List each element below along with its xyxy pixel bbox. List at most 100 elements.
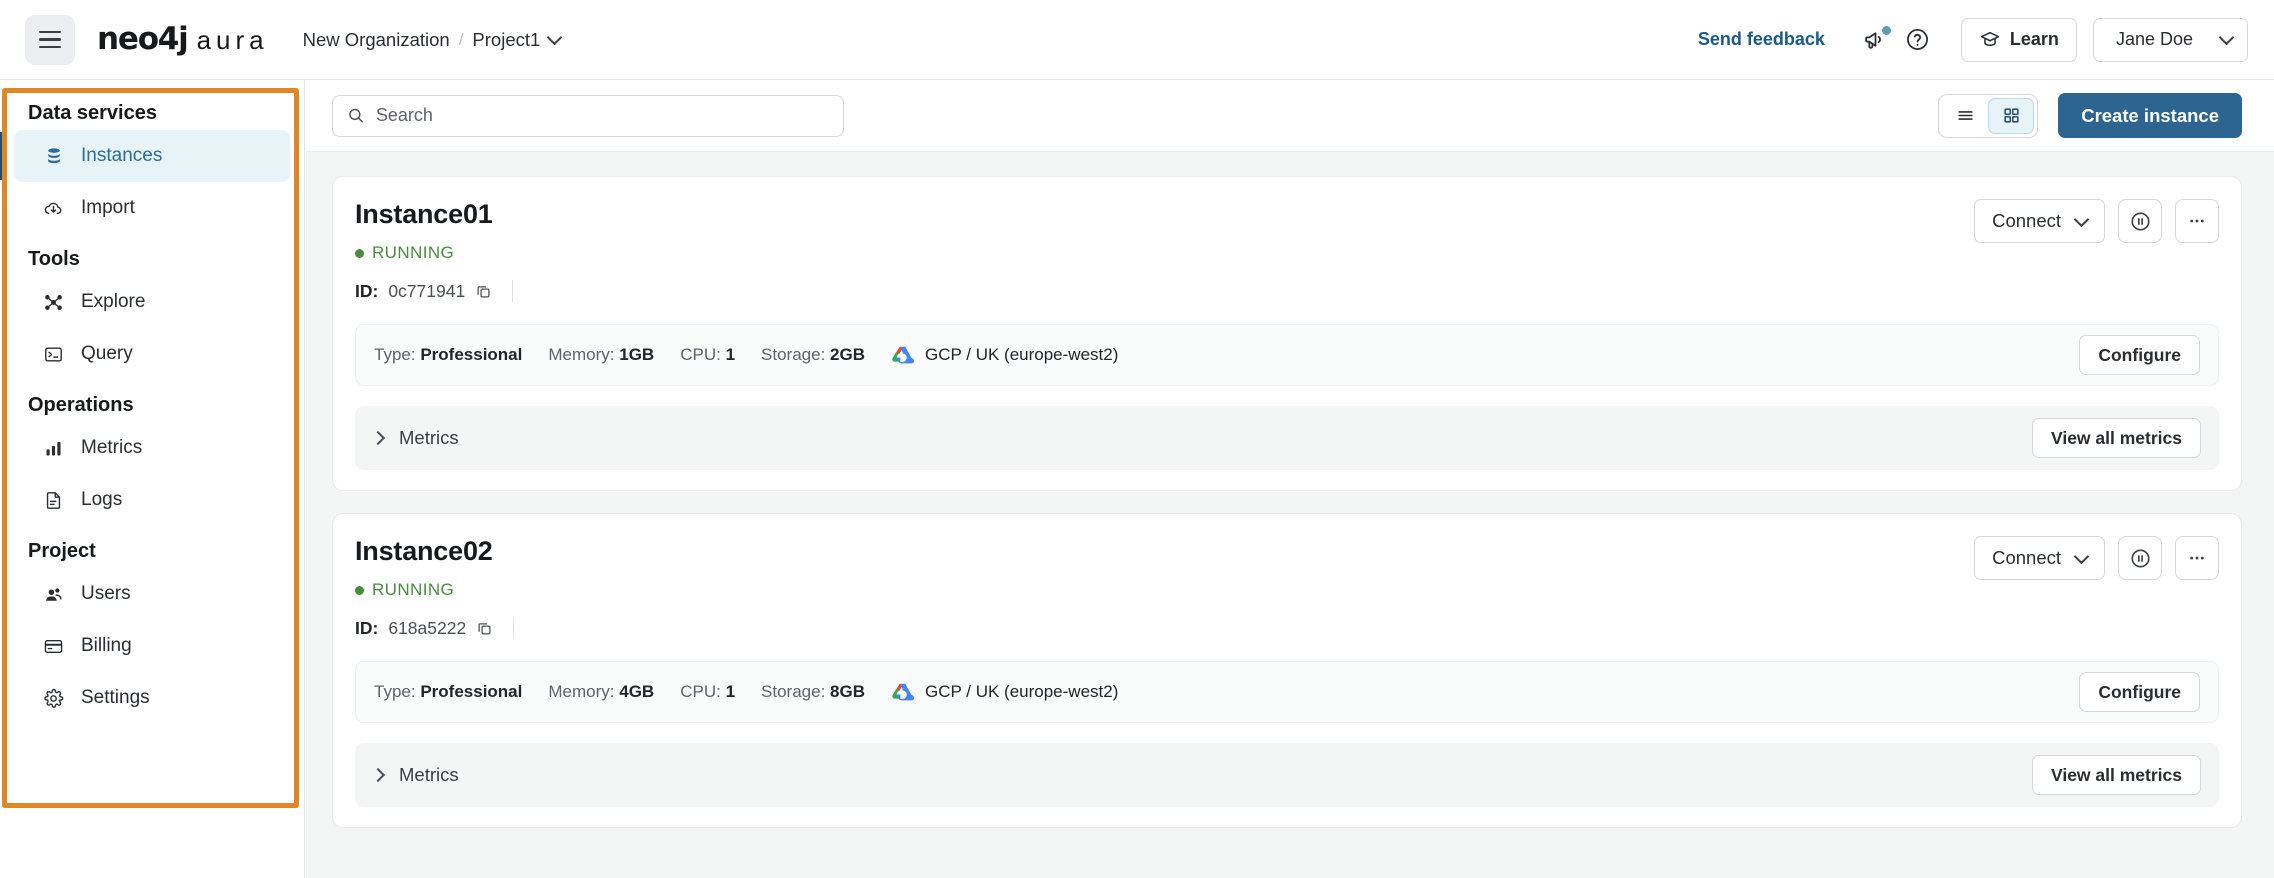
status-label: RUNNING [372, 580, 455, 599]
sidebar-item-import[interactable]: Import [14, 182, 290, 234]
help-button[interactable] [1897, 19, 1939, 61]
sidebar-item-label: Import [81, 197, 135, 218]
chevron-down-icon [2218, 29, 2235, 46]
spec-storage: Storage: 8GB [761, 682, 865, 701]
connect-label: Connect [1992, 547, 2061, 568]
gear-icon [42, 687, 65, 710]
graduation-cap-icon [1980, 31, 2000, 46]
connect-button[interactable]: Connect [1974, 199, 2105, 243]
spec-type: Type: Professional [374, 682, 523, 701]
sidebar-section-data-services: Data services [28, 101, 157, 124]
list-view-button[interactable] [1942, 98, 1988, 134]
instance-metrics-row: Metrics View all metrics [355, 406, 2219, 470]
spec-cpu: CPU: 1 [680, 345, 736, 364]
topbar-actions: Send feedback Learn Jane Doe [1698, 17, 2248, 62]
sidebar-item-explore[interactable]: Explore [14, 276, 290, 328]
status-dot-icon [355, 248, 364, 258]
spec-memory: Memory: 1GB [548, 345, 655, 364]
spec-cpu: CPU: 1 [680, 682, 736, 701]
user-menu-button[interactable]: Jane Doe [2092, 17, 2248, 62]
ellipsis-icon [2190, 219, 2204, 223]
sidebar-item-logs[interactable]: Logs [14, 474, 290, 526]
create-instance-button[interactable]: Create instance [2058, 93, 2242, 138]
configure-button[interactable]: Configure [2079, 335, 2200, 375]
google-cloud-icon [892, 346, 914, 363]
sidebar-item-label: Logs [81, 489, 123, 510]
sidebar-item-instances[interactable]: Instances [0, 130, 290, 182]
view-mode-toggle[interactable] [1938, 93, 2039, 138]
spec-storage: Storage: 2GB [761, 345, 865, 364]
chevron-down-icon[interactable] [547, 29, 563, 46]
status-label: RUNNING [372, 243, 455, 262]
pause-instance-button[interactable] [2118, 199, 2162, 243]
sidebar-item-users[interactable]: Users [14, 568, 290, 620]
chevron-right-icon [370, 767, 386, 783]
instance-id-label: ID: [355, 617, 379, 638]
document-lines-icon [42, 489, 65, 512]
sidebar-section-tools: Tools [28, 247, 80, 270]
instance-id-label: ID: [355, 280, 379, 301]
sidebar-item-query[interactable]: Query [14, 328, 290, 380]
learn-label: Learn [2009, 29, 2059, 49]
sidebar-item-label: Instances [81, 145, 163, 166]
cloud-provider-region: GCP / UK (europe-west2) [891, 345, 1118, 366]
instance-name: Instance02 [355, 536, 493, 566]
metrics-label: Metrics [399, 427, 459, 448]
breadcrumb-separator: / [458, 29, 464, 49]
pause-circle-icon [2130, 211, 2150, 231]
view-all-metrics-button[interactable]: View all metrics [2031, 418, 2201, 458]
instance-id-row: ID: 618a5222 [355, 617, 1974, 639]
instance-card-header: Instance02 RUNNING ID: 618a5222 Connect [355, 536, 2219, 639]
configure-button[interactable]: Configure [2079, 672, 2200, 712]
users-icon [42, 583, 65, 606]
copy-icon[interactable] [476, 620, 493, 637]
copy-icon[interactable] [475, 283, 492, 300]
search-box[interactable] [332, 94, 844, 137]
announcements-button[interactable] [1855, 19, 1897, 61]
sidebar-item-label: Users [81, 583, 131, 604]
sidebar-item-metrics[interactable]: Metrics [14, 422, 290, 474]
search-input[interactable] [375, 105, 829, 126]
cloud-download-icon [42, 197, 65, 220]
sidebar-item-label: Settings [81, 687, 150, 708]
view-all-metrics-button[interactable]: View all metrics [2031, 755, 2201, 795]
sidebar-item-settings[interactable]: Settings [14, 672, 290, 724]
send-feedback-link[interactable]: Send feedback [1698, 29, 1825, 50]
user-name-label: Jane Doe [2115, 29, 2193, 49]
google-cloud-icon [892, 683, 914, 700]
cloud-region-label: GCP / UK (europe-west2) [925, 345, 1119, 364]
brand-aura-text: aura [196, 25, 269, 55]
learn-button[interactable]: Learn [1960, 17, 2077, 62]
metrics-expander[interactable]: Metrics [370, 764, 459, 786]
connect-label: Connect [1992, 210, 2061, 231]
metrics-label: Metrics [399, 764, 459, 785]
sidebar-item-billing[interactable]: Billing [14, 620, 290, 672]
hamburger-menu-button[interactable] [25, 14, 75, 65]
neo4j-aura-logo[interactable]: neo4j aura [97, 24, 269, 55]
instance-id-value: 618a5222 [388, 617, 467, 638]
divider [512, 280, 514, 302]
connect-button[interactable]: Connect [1974, 536, 2105, 580]
more-options-button[interactable] [2175, 536, 2219, 580]
more-options-button[interactable] [2175, 199, 2219, 243]
content-toolbar: Create instance [306, 80, 2274, 152]
breadcrumb-organization[interactable]: New Organization [303, 29, 450, 51]
instance-metrics-row: Metrics View all metrics [355, 743, 2219, 807]
instance-id-value: 0c771941 [388, 280, 466, 301]
instance-card-header: Instance01 RUNNING ID: 0c771941 Connect [355, 199, 2219, 302]
grid-view-button[interactable] [1988, 97, 2035, 134]
chevron-down-icon [2073, 211, 2090, 227]
metrics-expander[interactable]: Metrics [370, 427, 459, 449]
toolbar-right-actions: Create instance [1938, 93, 2242, 138]
chevron-down-icon [2073, 548, 2090, 564]
top-navigation-bar: neo4j aura New Organization / Project1 S… [0, 0, 2274, 80]
instance-specs-row: Type: Professional Memory: 4GB CPU: 1 St… [355, 661, 2219, 723]
question-circle-icon [1907, 29, 1929, 50]
status-badge: RUNNING [355, 243, 1974, 263]
terminal-icon [42, 343, 65, 366]
bar-chart-icon [42, 437, 65, 460]
pause-instance-button[interactable] [2118, 536, 2162, 580]
divider [513, 617, 515, 639]
sidebar-item-label: Metrics [81, 437, 143, 458]
breadcrumb-project[interactable]: Project1 [472, 29, 540, 51]
